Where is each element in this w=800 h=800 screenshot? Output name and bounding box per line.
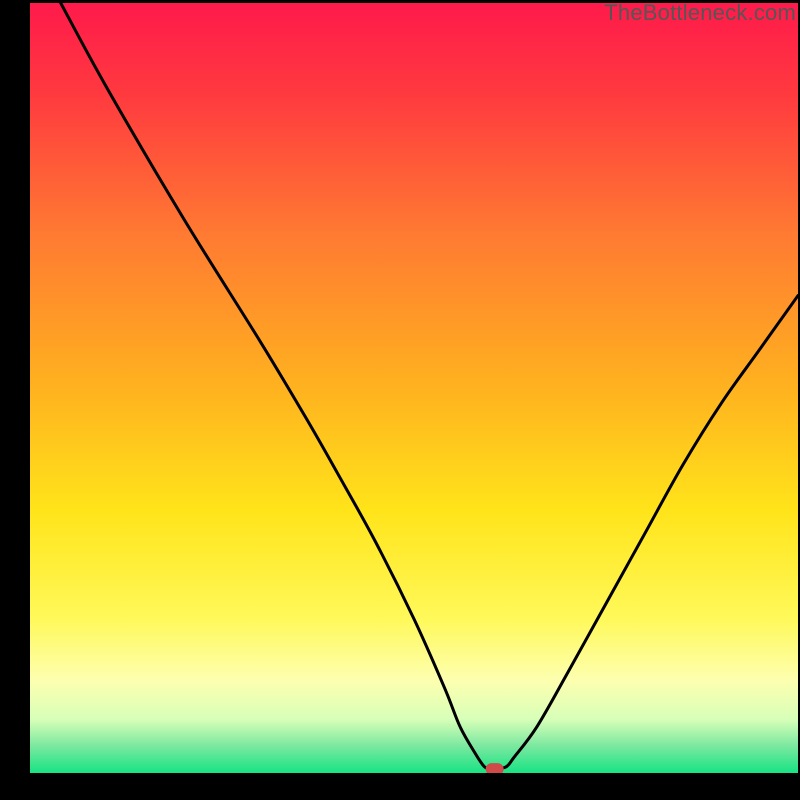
watermark-text: TheBottleneck.com: [604, 0, 796, 26]
bottleneck-chart: [30, 3, 798, 773]
optimum-marker: [486, 763, 504, 773]
chart-frame: TheBottleneck.com: [0, 0, 800, 800]
gradient-background: [30, 3, 798, 773]
plot-area: [30, 3, 798, 773]
